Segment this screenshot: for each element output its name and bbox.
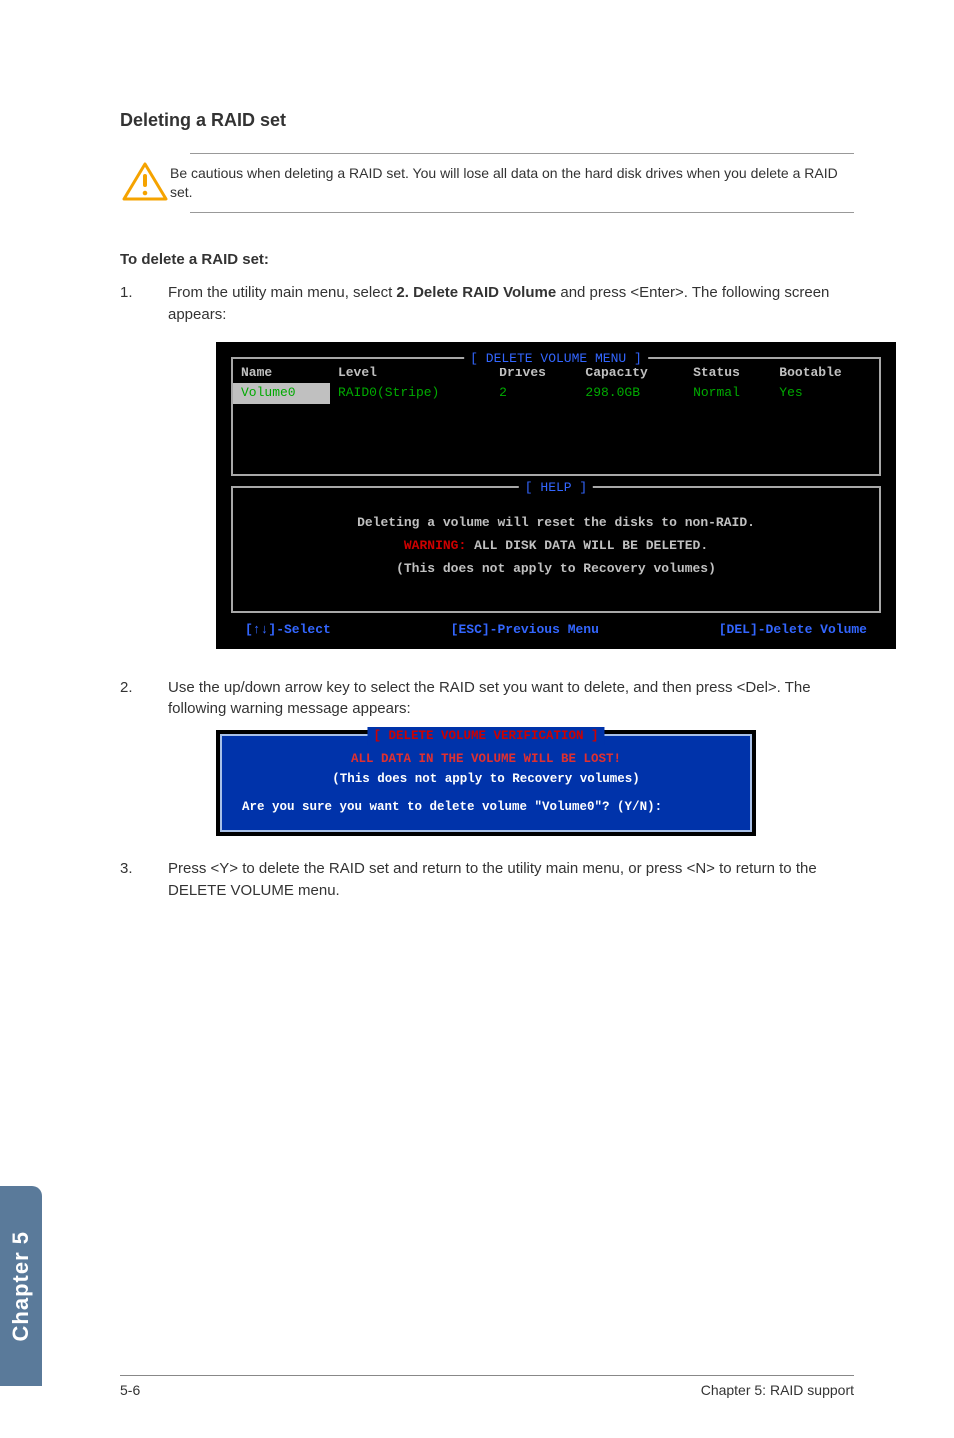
- help-line-1: Deleting a volume will reset the disks t…: [243, 514, 869, 533]
- chapter-tab: Chapter 5: [0, 1186, 42, 1386]
- footer-del: [DEL]-Delete Volume: [719, 621, 867, 640]
- step-number: 1.: [120, 282, 133, 304]
- footer-title: Chapter 5: RAID support: [701, 1382, 854, 1398]
- step-1: 1. From the utility main menu, select 2.…: [120, 282, 854, 649]
- caution-text: Be cautious when deleting a RAID set. Yo…: [170, 162, 854, 202]
- dialog-prompt: Are you sure you want to delete volume "…: [234, 798, 738, 816]
- cell-drives: 2: [491, 383, 577, 404]
- cell-name: Volume0: [233, 383, 330, 404]
- warning-text: ALL DISK DATA WILL BE DELETED.: [466, 538, 708, 553]
- caution-block: Be cautious when deleting a RAID set. Yo…: [190, 153, 854, 213]
- cell-status: Normal: [685, 383, 771, 404]
- col-name: Name: [233, 363, 330, 384]
- bios-menu-title: [ DELETE VOLUME MENU ]: [464, 350, 648, 369]
- dialog-title: [ DELETE VOLUME VERIFICATION ]: [367, 727, 604, 745]
- step-3: 3. Press <Y> to delete the RAID set and …: [120, 858, 854, 902]
- step-text: Use the up/down arrow key to select the …: [168, 679, 811, 718]
- dialog-warning: ALL DATA IN THE VOLUME WILL BE LOST!: [234, 750, 738, 768]
- bios-help-panel: [ HELP ] Deleting a volume will reset th…: [231, 486, 881, 613]
- warning-label: WARNING:: [404, 538, 466, 553]
- col-status: Status: [685, 363, 771, 384]
- bios-volume-row: Volume0 RAID0(Stripe) 2 298.0GB Normal Y…: [233, 383, 879, 404]
- page-number: 5-6: [120, 1382, 140, 1398]
- bios-delete-volume-screen: [ DELETE VOLUME MENU ] Name Level Drives…: [216, 342, 896, 649]
- caution-icon: [122, 162, 168, 202]
- step-text: Press <Y> to delete the RAID set and ret…: [168, 860, 817, 899]
- sub-heading: To delete a RAID set:: [120, 251, 854, 268]
- bios-help-title: [ HELP ]: [519, 479, 593, 498]
- footer-esc: [ESC]-Previous Menu: [451, 621, 599, 640]
- step-2: 2. Use the up/down arrow key to select t…: [120, 677, 854, 837]
- step-bold: 2. Delete RAID Volume: [396, 284, 556, 301]
- delete-verification-dialog: [ DELETE VOLUME VERIFICATION ] ALL DATA …: [216, 730, 756, 836]
- step-number: 2.: [120, 677, 133, 699]
- cell-bootable: Yes: [771, 383, 879, 404]
- cell-capacity: 298.0GB: [577, 383, 685, 404]
- dialog-note: (This does not apply to Recovery volumes…: [234, 770, 738, 788]
- chapter-tab-label: Chapter 5: [8, 1231, 34, 1341]
- footer-select: [↑↓]-Select: [245, 621, 331, 640]
- help-line-2: WARNING: ALL DISK DATA WILL BE DELETED.: [243, 537, 869, 556]
- col-bootable: Bootable: [771, 363, 879, 384]
- bios-footer: [↑↓]-Select [ESC]-Previous Menu [DEL]-De…: [217, 613, 895, 648]
- help-line-3: (This does not apply to Recovery volumes…: [243, 560, 869, 579]
- step-text: From the utility main menu, select: [168, 284, 396, 301]
- cell-level: RAID0(Stripe): [330, 383, 491, 404]
- step-number: 3.: [120, 858, 133, 880]
- page-footer: 5-6 Chapter 5: RAID support: [120, 1375, 854, 1398]
- section-heading: Deleting a RAID set: [120, 110, 854, 131]
